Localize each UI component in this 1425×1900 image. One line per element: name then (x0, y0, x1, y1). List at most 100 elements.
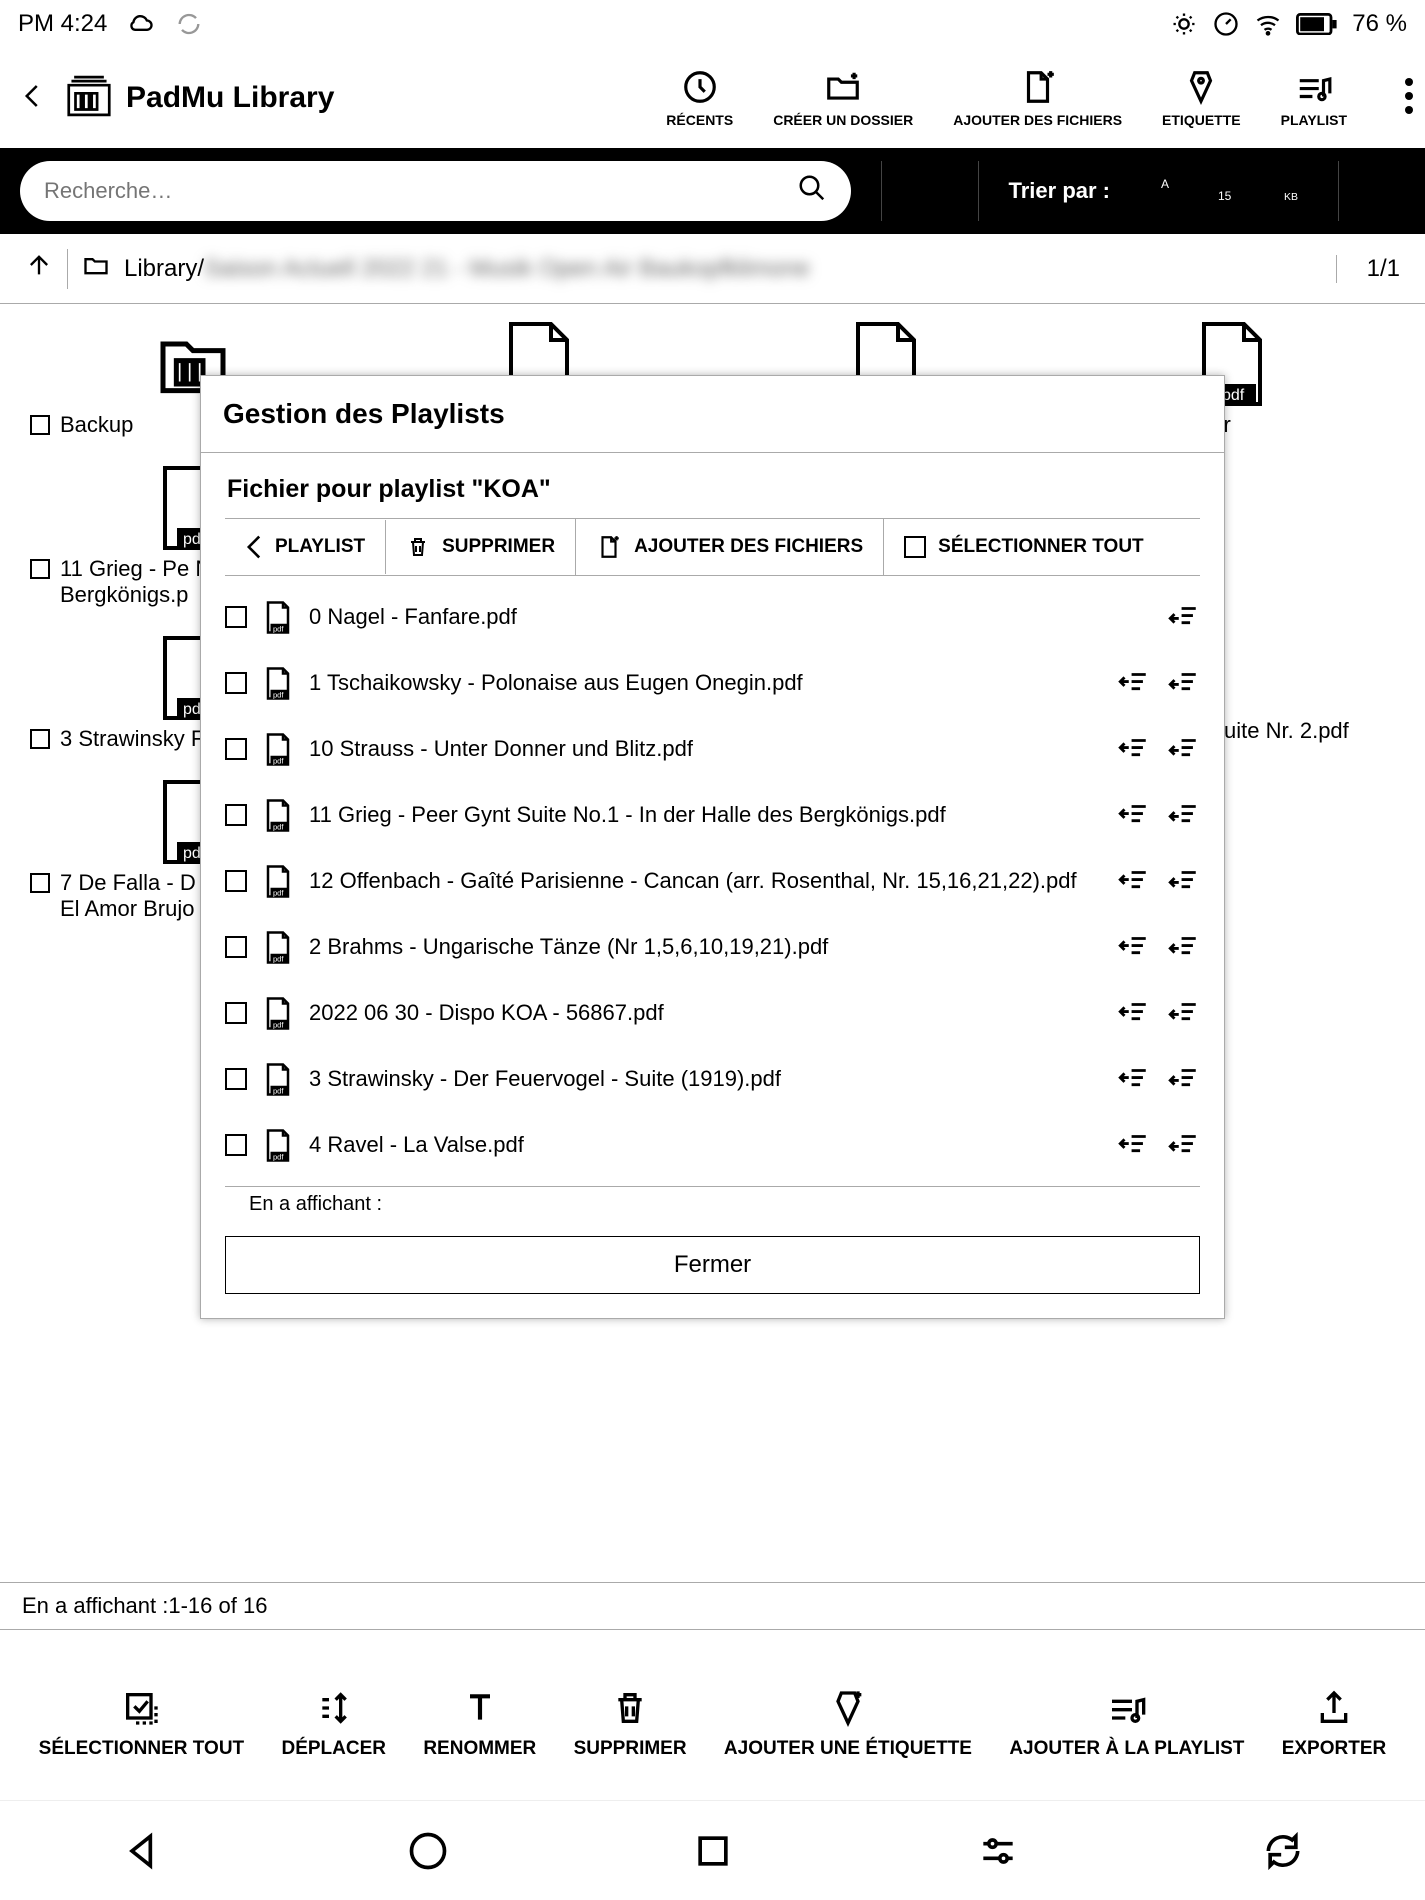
pdf-file-icon: pdf (263, 732, 293, 766)
move-up-icon[interactable] (1116, 930, 1150, 964)
playlist-row[interactable]: pdf12 Offenbach - Gaîté Parisienne - Can… (201, 848, 1224, 914)
playlist-icon (1295, 68, 1333, 106)
close-button[interactable]: Fermer (225, 1236, 1200, 1294)
svg-text:pdf: pdf (273, 954, 284, 963)
file-name: 0 Nagel - Fanfare.pdf (309, 604, 1100, 630)
playlist-button[interactable]: PLAYLIST (1281, 68, 1347, 128)
row-checkbox[interactable] (225, 672, 247, 694)
playlist-row[interactable]: pdf10 Strauss - Unter Donner und Blitz.p… (201, 716, 1224, 782)
pdf-file-icon: pdf (263, 798, 293, 832)
svg-text:pdf: pdf (273, 756, 284, 765)
nav-refresh-icon[interactable] (1261, 1829, 1305, 1873)
move-up-icon[interactable] (1116, 1128, 1150, 1162)
rename-button[interactable]: RENOMMER (423, 1688, 536, 1760)
up-button[interactable] (25, 251, 53, 286)
svg-text:pdf: pdf (273, 1152, 284, 1161)
add-to-playlist-button[interactable]: AJOUTER À LA PLAYLIST (1009, 1688, 1244, 1760)
sort-date-icon[interactable]: 15 (1206, 173, 1242, 209)
breadcrumb: Library/Saison Actuell 2022 21 - Musik O… (0, 234, 1425, 304)
nav-home-icon[interactable] (406, 1829, 450, 1873)
overflow-menu-button[interactable] (1405, 68, 1413, 114)
add-files-button[interactable]: AJOUTER DES FICHIERS (953, 68, 1122, 128)
playlist-row[interactable]: pdf3 Strawinsky - Der Feuervogel - Suite… (201, 1046, 1224, 1112)
search-input[interactable] (44, 178, 797, 204)
select-all-toolbar-button[interactable]: SÉLECTIONNER TOUT (39, 1688, 245, 1760)
delete-button[interactable]: SUPPRIMER (386, 519, 576, 575)
clock-text: PM 4:24 (18, 10, 107, 38)
status-bar: PM 4:24 76 % (0, 0, 1425, 48)
svg-text:pdf: pdf (273, 1020, 284, 1029)
nav-recent-icon[interactable] (691, 1829, 735, 1873)
move-button[interactable]: DÉPLACER (281, 1688, 386, 1760)
svg-text:pdf: pdf (273, 690, 284, 699)
move-up-icon[interactable] (1116, 732, 1150, 766)
playlist-row[interactable]: pdf 11 Grieg - Peer Gynt Suite No.1 - In … (201, 782, 1224, 848)
delete-toolbar-button[interactable]: SUPPRIMER (574, 1688, 687, 1760)
file-name: 11 Grieg - Peer Gynt Suite No.1 - In der… (309, 802, 1100, 828)
breadcrumb-path: Saison Actuell 2022 21 - Musik Open Air … (204, 255, 810, 282)
move-down-icon[interactable] (1166, 1128, 1200, 1162)
move-down-icon[interactable] (1166, 930, 1200, 964)
move-up-icon[interactable] (1116, 996, 1150, 1030)
nav-back-icon[interactable] (121, 1829, 165, 1873)
row-checkbox[interactable] (225, 1068, 247, 1090)
row-checkbox[interactable] (225, 738, 247, 760)
move-up-icon[interactable] (1116, 1062, 1150, 1096)
move-down-icon[interactable] (1166, 600, 1200, 634)
row-checkbox[interactable] (225, 1002, 247, 1024)
row-checkbox[interactable] (225, 870, 247, 892)
add-files-modal-button[interactable]: AJOUTER DES FICHIERS (576, 519, 884, 575)
select-all-icon (121, 1688, 161, 1728)
svg-text:pdf: pdf (273, 624, 284, 633)
playlist-row[interactable]: pdf 0 Nagel - Fanfare.pdf (201, 584, 1224, 650)
file-name: 2022 06 30 - Dispo KOA - 56867.pdf (309, 1000, 1100, 1026)
recents-button[interactable]: RÉCENTS (666, 68, 733, 128)
system-nav-bar (0, 1800, 1425, 1900)
sort-size-icon[interactable]: KB (1272, 173, 1308, 209)
nav-settings-icon[interactable] (976, 1829, 1020, 1873)
tag-search-icon[interactable] (912, 173, 948, 209)
move-down-icon[interactable] (1166, 996, 1200, 1030)
move-down-icon[interactable] (1166, 1062, 1200, 1096)
clock-icon (681, 68, 719, 106)
move-down-icon[interactable] (1166, 798, 1200, 832)
playlist-back-button[interactable]: PLAYLIST (225, 520, 386, 574)
view-mode-icon[interactable] (1369, 173, 1405, 209)
sort-alpha-icon[interactable]: A (1140, 173, 1176, 209)
page-indicator: 1/1 (1336, 255, 1400, 283)
move-up-icon[interactable] (1116, 864, 1150, 898)
export-button[interactable]: EXPORTER (1282, 1688, 1387, 1760)
svg-text:pdf: pdf (273, 888, 284, 897)
add-label-button[interactable]: AJOUTER UNE ÉTIQUETTE (724, 1688, 972, 1760)
pdf-file-icon: pdf (263, 996, 293, 1030)
row-checkbox[interactable] (225, 1134, 247, 1156)
playlist-row[interactable]: pdf 2022 06 30 - Dispo KOA - 56867.pdf (201, 980, 1224, 1046)
move-down-icon[interactable] (1166, 864, 1200, 898)
move-up-icon[interactable] (1116, 666, 1150, 700)
tag-icon (1182, 68, 1220, 106)
svg-text:15: 15 (1218, 189, 1232, 203)
create-folder-button[interactable]: CRÉER UN DOSSIER (773, 68, 913, 128)
playlist-row[interactable]: pdf4 Ravel - La Valse.pdf (201, 1112, 1224, 1178)
playlist-row[interactable]: pdf 2 Brahms - Ungarische Tänze (Nr 1,5,6… (201, 914, 1224, 980)
file-name: 1 Tschaikowsky - Polonaise aus Eugen One… (309, 670, 1100, 696)
row-checkbox[interactable] (225, 804, 247, 826)
cloud-icon (127, 10, 155, 38)
pdf-file-icon: pdf (263, 1128, 293, 1162)
file-name: 2 Brahms - Ungarische Tänze (Nr 1,5,6,10… (309, 934, 1100, 960)
sync-icon (175, 10, 203, 38)
add-tag-icon (828, 1688, 868, 1728)
label-button[interactable]: ETIQUETTE (1162, 68, 1241, 128)
sort-label: Trier par : (1009, 178, 1110, 204)
move-up-icon[interactable] (1116, 798, 1150, 832)
search-icon[interactable] (797, 173, 827, 209)
row-checkbox[interactable] (225, 606, 247, 628)
row-checkbox[interactable] (225, 936, 247, 958)
search-box[interactable] (20, 161, 851, 221)
move-down-icon[interactable] (1166, 666, 1200, 700)
move-down-icon[interactable] (1166, 732, 1200, 766)
playlist-row[interactable]: pdf 1 Tschaikowsky - Polonaise aus Eugen … (201, 650, 1224, 716)
file-name: 3 Strawinsky - Der Feuervogel - Suite (1… (309, 1066, 1100, 1092)
back-button[interactable] (18, 81, 48, 116)
select-all-button[interactable]: SÉLECTIONNER TOUT (884, 522, 1164, 572)
